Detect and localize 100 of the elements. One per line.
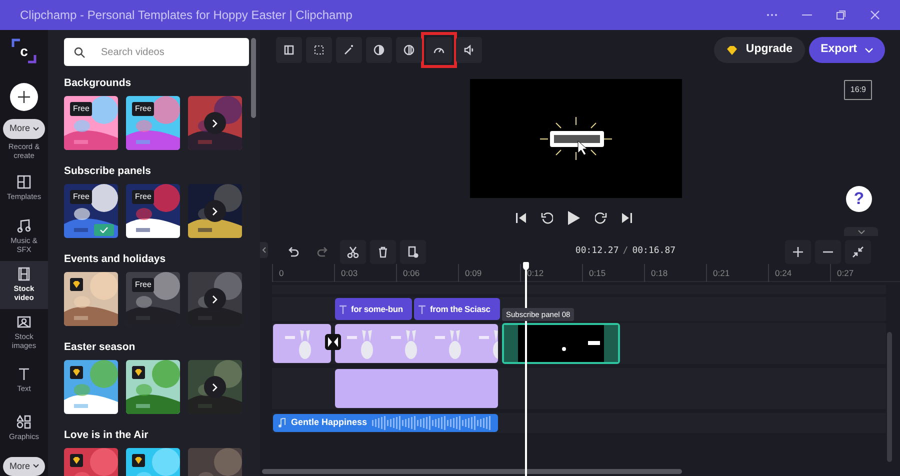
media-tile[interactable] (188, 272, 242, 326)
media-tile[interactable] (188, 96, 242, 150)
section-title: Backgrounds (64, 77, 132, 90)
media-tile[interactable] (126, 360, 180, 414)
text-icon (418, 304, 426, 314)
playback-button[interactable] (567, 211, 581, 225)
trash-icon (377, 246, 389, 258)
contrast-icon (373, 44, 385, 56)
free-badge: Free (70, 190, 92, 204)
ruler-label: 0:03 (334, 264, 396, 282)
chevron-icon (212, 118, 218, 128)
collapse-handle[interactable] (260, 242, 268, 258)
undo-icon (287, 246, 299, 258)
minimize-icon[interactable] (802, 14, 812, 16)
current-time: 00:12.27 (575, 245, 619, 258)
tool-button[interactable] (276, 37, 302, 63)
section-title: Subscribe panels (64, 165, 152, 178)
diamond-icon (132, 454, 145, 467)
upgrade-button[interactable]: Upgrade (714, 37, 805, 63)
transition-icon[interactable] (325, 334, 341, 350)
music-icon (17, 219, 31, 234)
scrollbar[interactable] (262, 469, 682, 474)
export-button[interactable]: Export (808, 37, 885, 63)
chevron-icon (212, 206, 218, 216)
tool-button[interactable] (396, 37, 422, 63)
forward-icon (595, 212, 607, 224)
media-tile[interactable]: Free (64, 96, 118, 150)
tool-button[interactable] (426, 37, 452, 63)
play-icon (567, 211, 581, 225)
ruler-label: 0:18 (644, 264, 706, 282)
zoom-in-icon (792, 246, 804, 258)
caret-icon (865, 48, 873, 52)
caret-icon (32, 126, 38, 131)
ruler-label: 0 (272, 264, 334, 282)
playback-button[interactable] (621, 212, 633, 224)
volume-icon (463, 44, 475, 56)
ruler-label: 0:09 (458, 264, 520, 282)
media-tile[interactable]: Free (64, 184, 118, 238)
collapse-tab[interactable] (844, 227, 878, 236)
music-note-icon (278, 418, 286, 428)
diamond-icon (70, 454, 83, 467)
diamond-icon (70, 366, 83, 379)
add-button[interactable] (10, 83, 38, 111)
free-badge: Free (132, 278, 154, 292)
audio-clip[interactable]: Gentle Happiness (273, 414, 498, 432)
zoom-button[interactable] (844, 240, 871, 264)
image-icon (17, 315, 31, 330)
help-button[interactable]: ? (846, 186, 872, 212)
ruler-label: 0:06 (396, 264, 458, 282)
media-tile[interactable] (64, 360, 118, 414)
playback-button[interactable] (595, 212, 607, 224)
window-title: Clipchamp - Personal Templates for Hoppy Easter | Clipchamp (20, 7, 352, 24)
ruler-label: 0:27 (830, 264, 892, 282)
aspect-ratio-button[interactable]: 16:9 (844, 80, 872, 100)
media-tile[interactable] (188, 360, 242, 414)
tool-button[interactable] (306, 37, 332, 63)
media-tile[interactable]: Free (126, 96, 180, 150)
overlay-clip[interactable] (335, 369, 498, 408)
timeline-tool-button[interactable] (340, 240, 366, 264)
playback-button[interactable] (515, 212, 527, 224)
media-tile[interactable] (188, 184, 242, 238)
text-clip[interactable]: for some-bun (335, 298, 412, 320)
ruler-label: 0:24 (768, 264, 830, 282)
timeline-tool-button[interactable] (370, 240, 396, 264)
zoom-button[interactable] (784, 240, 811, 264)
fit-icon (852, 246, 864, 258)
film-icon (17, 267, 31, 282)
media-tile[interactable] (64, 272, 118, 326)
restore-icon[interactable] (836, 10, 846, 20)
text-clip[interactable]: from the Sciasc (414, 298, 500, 320)
media-tile[interactable]: Free (126, 272, 180, 326)
more-icon[interactable] (766, 13, 778, 17)
tool-button[interactable] (456, 37, 482, 63)
logo: c (11, 38, 37, 64)
panel-icon (283, 44, 295, 56)
free-badge: Free (70, 102, 92, 116)
media-tile[interactable]: Free (126, 184, 180, 238)
diamond-icon (70, 278, 83, 291)
chevron-icon (212, 294, 218, 304)
playback-button[interactable] (541, 212, 553, 224)
text-icon (339, 304, 347, 314)
more-button[interactable]: More (3, 456, 44, 476)
add-media-icon (407, 246, 419, 258)
more-button[interactable]: More (3, 119, 44, 138)
timeline-tool-button[interactable] (400, 240, 426, 264)
rewind-icon (541, 212, 553, 224)
close-icon[interactable] (870, 10, 880, 20)
tool-button[interactable] (366, 37, 392, 63)
total-time: 00:16.87 (632, 245, 676, 258)
ruler-label: 0:21 (706, 264, 768, 282)
search-icon (74, 47, 85, 58)
skip-start-icon (515, 212, 527, 224)
text-icon (17, 367, 31, 382)
diamond-icon (132, 366, 145, 379)
magic-wand-icon (343, 44, 355, 56)
chevron-icon (212, 382, 218, 392)
scrollbar[interactable] (251, 38, 256, 118)
skip-end-icon (621, 212, 633, 224)
scrollbar[interactable] (887, 332, 892, 462)
free-badge: Free (132, 102, 154, 116)
